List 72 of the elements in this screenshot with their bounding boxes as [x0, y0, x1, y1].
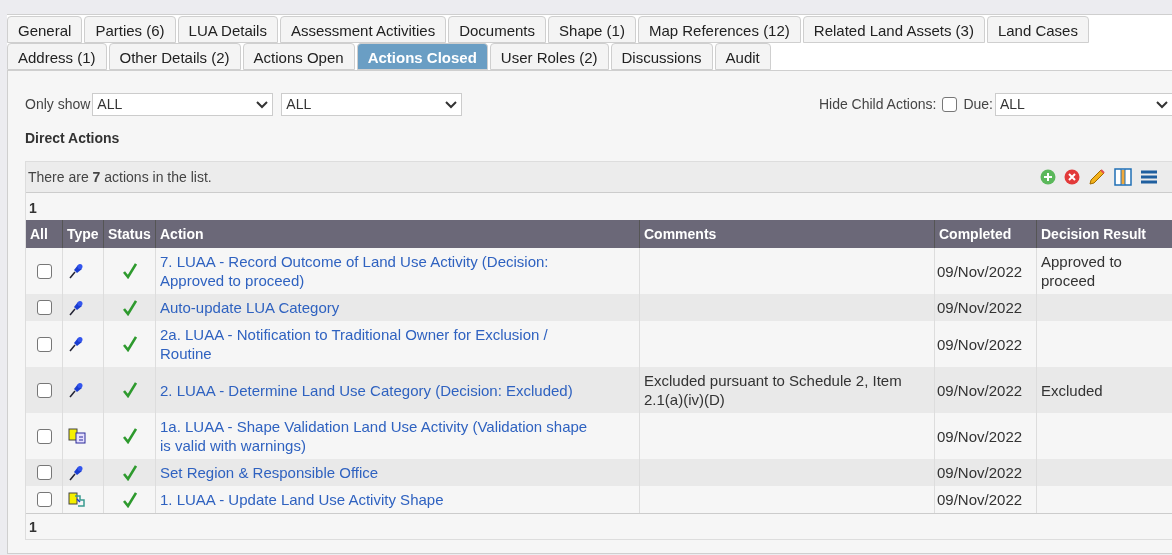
- completed-date: 09/Nov/2022: [937, 334, 1023, 354]
- completed-date: 09/Nov/2022: [937, 261, 1023, 281]
- section-title: Direct Actions: [25, 129, 121, 148]
- decision-result: Approved to proceed: [1041, 252, 1123, 290]
- dropdown[interactable]: ALL: [92, 93, 274, 116]
- checkbox[interactable]: [36, 382, 52, 398]
- pushpin-icon: [68, 263, 84, 279]
- chevron-down-icon: [1156, 100, 1168, 109]
- pushpin-icon: [68, 382, 84, 398]
- action-link[interactable]: 1a. LUAA - Shape Validation Land Use Activity (Validation shape is valid with warnings): [160, 417, 589, 455]
- tab[interactable]: Documents: [448, 16, 547, 43]
- pushpin-icon: [68, 299, 84, 316]
- dropdown[interactable]: ALL: [281, 93, 463, 116]
- filter-label: Hide Child Actions:: [818, 95, 937, 114]
- checkmark-icon: [122, 336, 137, 352]
- checkbox[interactable]: [36, 492, 52, 507]
- checkbox[interactable]: [36, 336, 52, 352]
- tab[interactable]: Map References (12): [637, 16, 801, 43]
- action-link[interactable]: 2. LUAA - Determine Land Use Category (Decision: Excluded): [160, 380, 573, 400]
- tab[interactable]: Other Details (2): [108, 43, 241, 70]
- page-number[interactable]: 1: [26, 193, 40, 220]
- tab[interactable]: Discussions: [610, 43, 713, 70]
- completed-date: 09/Nov/2022: [937, 463, 1023, 482]
- tab[interactable]: Audit: [714, 43, 771, 70]
- pencil-icon[interactable]: [1088, 168, 1106, 186]
- tab[interactable]: Parties (6): [84, 16, 176, 43]
- columns-icon[interactable]: [1114, 168, 1132, 186]
- action-link[interactable]: 7. LUAA - Record Outcome of Land Use Activity (Decision: Approved to proceed): [160, 252, 589, 290]
- tab[interactable]: Address (1): [7, 43, 107, 70]
- filter-label: Only show: [25, 95, 91, 114]
- chevron-down-icon: [256, 100, 269, 109]
- tab[interactable]: LUA Details: [177, 16, 278, 43]
- checkbox[interactable]: [36, 465, 52, 480]
- checkmark-icon: [122, 299, 137, 316]
- summary-text: There are 7 actions in the list.: [28, 167, 212, 187]
- checkmark-icon: [122, 464, 137, 481]
- pushpin-icon: [68, 336, 84, 352]
- checkbox[interactable]: [36, 428, 52, 444]
- menu-icon[interactable]: [1140, 169, 1158, 185]
- tab[interactable]: Land Cases: [986, 16, 1089, 43]
- shape-update-icon: [68, 491, 86, 508]
- shape-document-icon: [68, 428, 86, 444]
- completed-date: 09/Nov/2022: [937, 490, 1023, 509]
- page-number[interactable]: 1: [26, 514, 40, 540]
- delete-icon[interactable]: [1064, 169, 1080, 185]
- checkmark-icon: [122, 428, 137, 444]
- decision-result: Excluded: [1041, 380, 1103, 400]
- action-link[interactable]: 1. LUAA - Update Land Use Activity Shape: [160, 490, 444, 509]
- action-link[interactable]: Auto-update LUA Category: [160, 298, 340, 317]
- tab[interactable]: Assessment Activities: [279, 16, 447, 43]
- tab[interactable]: General: [7, 16, 83, 43]
- pushpin-icon: [68, 464, 84, 481]
- completed-date: 09/Nov/2022: [937, 426, 1023, 446]
- checkbox[interactable]: [942, 97, 958, 112]
- completed-date: 09/Nov/2022: [937, 380, 1023, 400]
- checkmark-icon: [122, 491, 137, 508]
- checkmark-icon: [122, 263, 137, 279]
- action-link[interactable]: 2a. LUAA - Notification to Traditional Owner for Exclusion / Routine: [160, 325, 589, 363]
- chevron-down-icon: [445, 100, 458, 109]
- comment-text: Excluded pursuant to Schedule 2, Item 2.1(a)(iv)(D): [644, 371, 903, 409]
- tab[interactable]: User Roles (2): [489, 43, 609, 70]
- dropdown[interactable]: ALL: [995, 93, 1172, 116]
- add-icon[interactable]: [1040, 169, 1056, 185]
- tab[interactable]: Shape (1): [548, 16, 636, 43]
- tab[interactable]: Actions Open: [242, 43, 355, 70]
- completed-date: 09/Nov/2022: [937, 298, 1023, 317]
- tab[interactable]: Related Land Assets (3): [802, 16, 985, 43]
- filter-label: Due:: [963, 95, 993, 114]
- checkbox[interactable]: [36, 300, 52, 315]
- checkmark-icon: [122, 382, 137, 398]
- checkbox[interactable]: [36, 263, 52, 279]
- action-link[interactable]: Set Region & Responsible Office: [160, 463, 379, 482]
